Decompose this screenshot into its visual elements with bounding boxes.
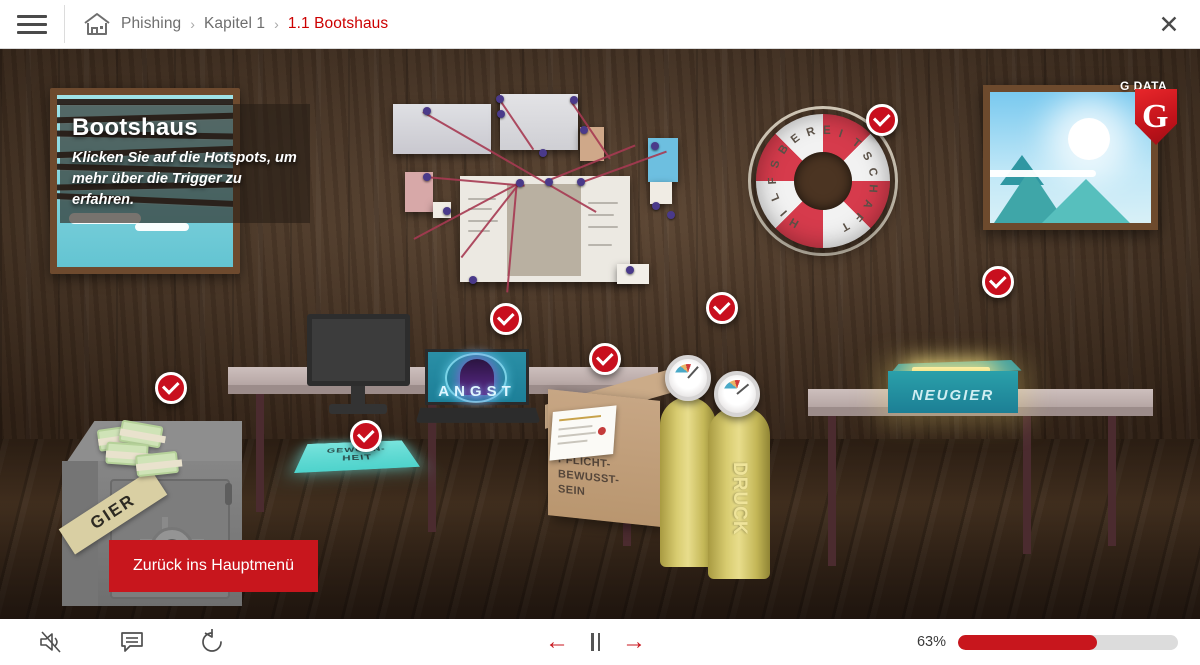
breadcrumb-item-phishing[interactable]: Phishing xyxy=(121,15,181,33)
lifebuoy-char: F xyxy=(766,176,780,185)
cash-bundle xyxy=(134,450,180,478)
course-player: Phishing › Kapitel 1 › 1.1 Bootshaus ✕ B… xyxy=(0,0,1200,665)
scene-title-card: Bootshaus Klicken Sie auf die Hotspots, … xyxy=(60,104,310,224)
hotspot-angst[interactable] xyxy=(490,303,522,335)
hotspot-neugier[interactable] xyxy=(982,266,1014,298)
progress-bar-fill xyxy=(958,634,1097,650)
cloud xyxy=(135,223,189,231)
safe-handle xyxy=(225,483,232,505)
board-note xyxy=(650,182,672,204)
replay-icon[interactable] xyxy=(190,622,236,662)
hotspot-pflichtbewusstsein[interactable] xyxy=(589,343,621,375)
hotspot-druck[interactable] xyxy=(706,292,738,324)
progress-bar[interactable] xyxy=(958,634,1178,650)
investigation-board xyxy=(393,94,695,294)
cloud xyxy=(990,170,1096,177)
mountain xyxy=(1042,179,1130,223)
page-title: Bootshaus xyxy=(72,114,198,141)
board-main-document xyxy=(460,176,630,282)
scene-canvas[interactable]: Bootshaus Klicken Sie auf die Hotspots, … xyxy=(0,49,1200,619)
app-header: Phishing › Kapitel 1 › 1.1 Bootshaus ✕ xyxy=(0,0,1200,49)
label-druck: DRUCK xyxy=(729,462,750,536)
gdata-letter: G xyxy=(1142,98,1169,135)
board-photo xyxy=(393,104,491,154)
gdata-logo: G DATA G xyxy=(1118,79,1190,153)
label-angst: ANGST xyxy=(438,383,516,400)
gas-cylinder-druck[interactable]: DRUCK xyxy=(708,385,770,579)
hotspot-hilfsbereitschaft[interactable] xyxy=(866,104,898,136)
breadcrumb-separator: › xyxy=(274,16,279,32)
pause-button[interactable] xyxy=(591,633,600,651)
lifebuoy-char: E xyxy=(823,125,831,137)
hamburger-bar xyxy=(17,22,47,26)
laptop-base xyxy=(415,407,541,423)
previous-slide-button[interactable]: ← xyxy=(545,630,569,654)
hamburger-bar xyxy=(17,30,47,34)
buoy-hole xyxy=(794,152,852,210)
label-gewohnheit-2: HEIT xyxy=(342,453,374,463)
pressure-gauge xyxy=(714,371,760,417)
next-slide-button[interactable]: → xyxy=(622,630,646,654)
player-toolbar: ← → 63% xyxy=(0,619,1200,665)
hotspot-gier[interactable] xyxy=(155,372,187,404)
breadcrumb: Phishing › Kapitel 1 › 1.1 Bootshaus xyxy=(65,11,388,37)
close-icon[interactable]: ✕ xyxy=(1152,8,1186,42)
hamburger-icon[interactable] xyxy=(0,0,64,48)
pressure-gauge xyxy=(665,355,711,401)
back-to-main-menu-button[interactable]: Zurück ins Hauptmenü xyxy=(109,540,318,592)
hamburger-bar xyxy=(17,14,47,18)
label-neugier: NEUGIER xyxy=(911,387,995,404)
laptop-angst[interactable]: ANGST xyxy=(415,349,541,427)
breadcrumb-item-current[interactable]: 1.1 Bootshaus xyxy=(288,15,388,33)
box-neugier[interactable]: NEUGIER xyxy=(888,359,1022,413)
scene-instructions: Klicken Sie auf die Hotspots, um mehr üb… xyxy=(72,150,297,209)
hotspot-gewohnheit[interactable] xyxy=(350,420,382,452)
speaker-muted-icon[interactable] xyxy=(28,622,74,662)
clipboard-document xyxy=(549,405,617,461)
home-icon[interactable] xyxy=(82,11,112,37)
breadcrumb-separator: › xyxy=(190,16,195,32)
progress-label: 63% xyxy=(916,634,946,650)
transcript-icon[interactable] xyxy=(109,622,155,662)
breadcrumb-item-kapitel-1[interactable]: Kapitel 1 xyxy=(204,15,265,33)
desktop-monitor xyxy=(307,314,410,414)
board-photo xyxy=(500,94,578,150)
lifebuoy-char: H xyxy=(866,183,879,193)
sun-icon xyxy=(1068,118,1110,160)
